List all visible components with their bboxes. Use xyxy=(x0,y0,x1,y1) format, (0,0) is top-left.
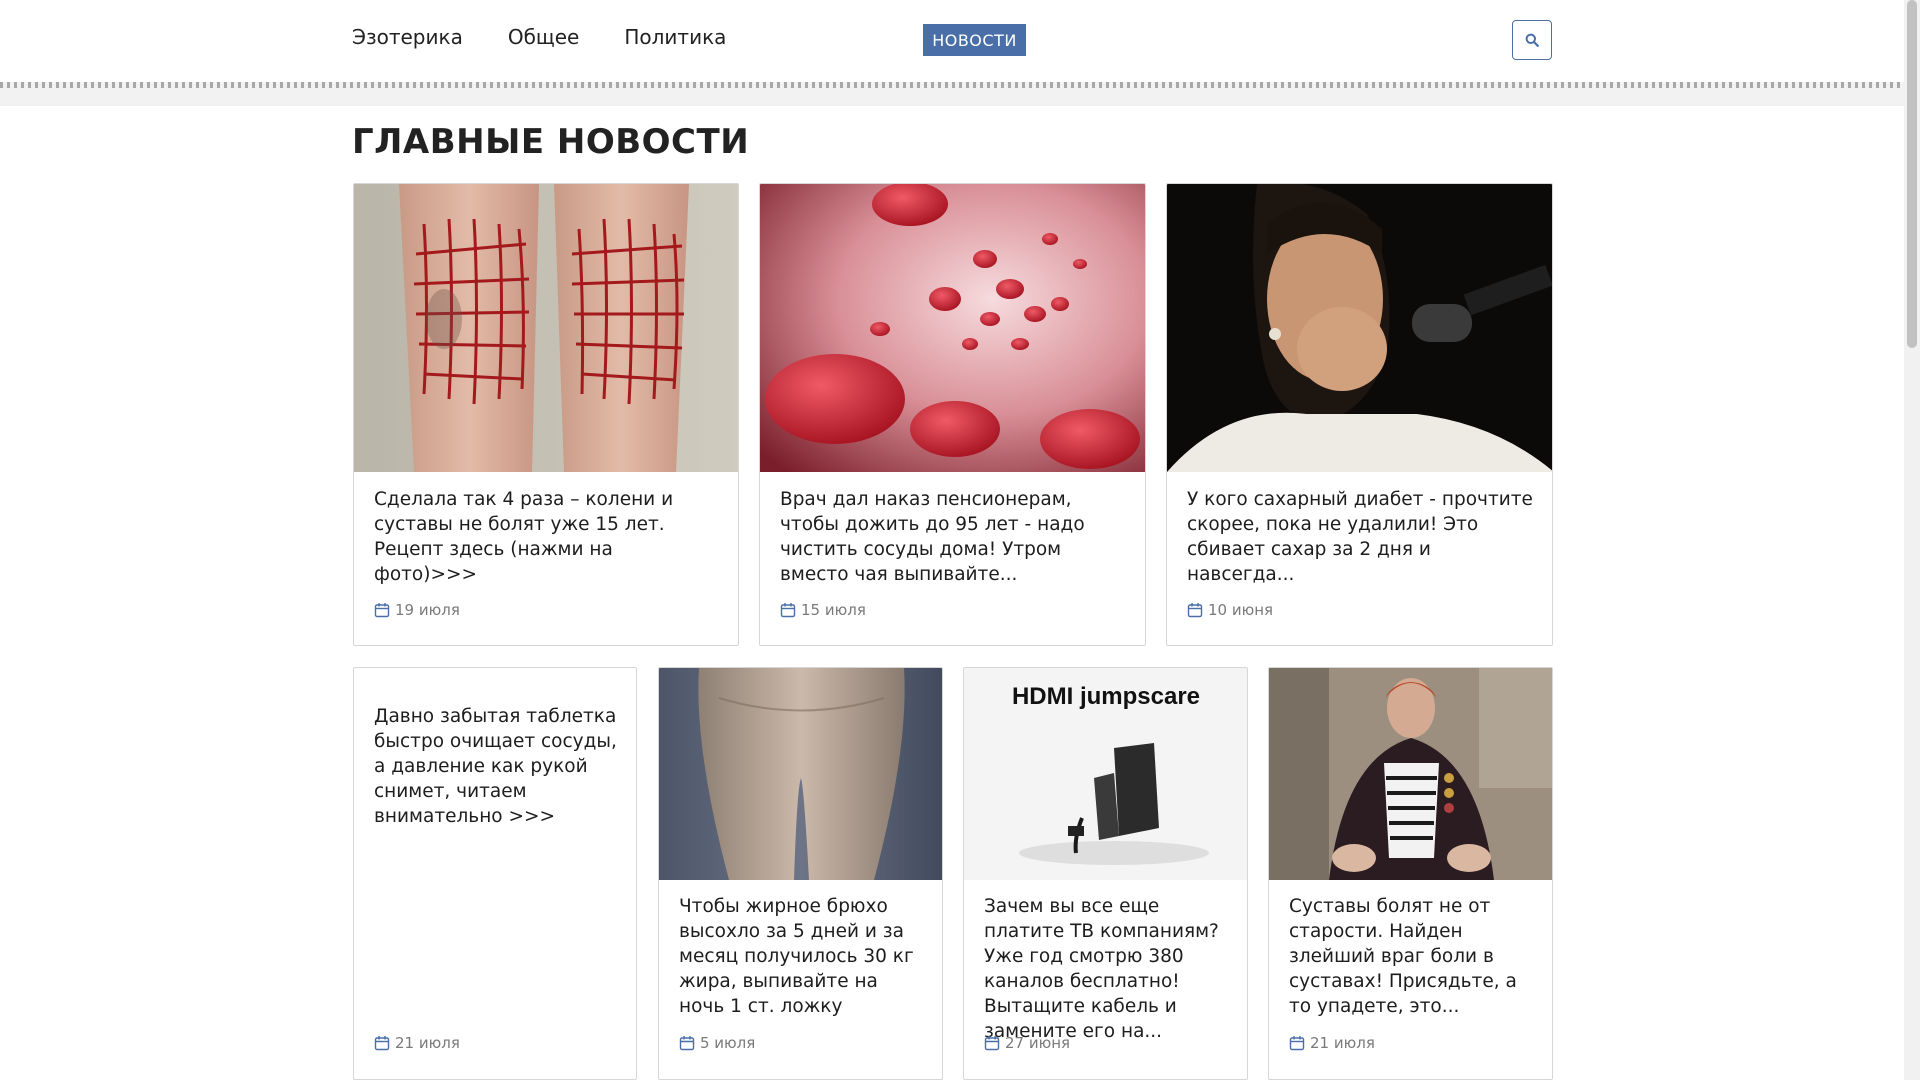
card-date: 21 июля xyxy=(374,1034,460,1052)
card-image-body[interactable] xyxy=(659,668,942,880)
news-card[interactable]: Сделала так 4 раза – колени и суставы не… xyxy=(353,183,739,646)
card-title[interactable]: Сделала так 4 раза – колени и суставы не… xyxy=(374,487,720,587)
card-date-text: 5 июля xyxy=(700,1034,756,1052)
card-date-text: 15 июля xyxy=(801,601,866,619)
news-card[interactable]: HDMI jumpscare Зачем вы все еще платите … xyxy=(963,667,1248,1080)
card-image-elderly-woman[interactable] xyxy=(1269,668,1552,880)
news-button[interactable]: НОВОСТИ xyxy=(923,24,1026,56)
card-date-text: 10 июня xyxy=(1208,601,1274,619)
calendar-icon xyxy=(374,1036,390,1051)
header-divider xyxy=(0,82,1904,106)
card-title[interactable]: Давно забытая таблетка быстро очищает со… xyxy=(374,704,618,829)
card-date-text: 27 июня xyxy=(1005,1034,1071,1052)
card-image-hdmi-box[interactable]: HDMI jumpscare xyxy=(964,668,1247,880)
card-title[interactable]: Чтобы жирное брюхо высохло за 5 дней и з… xyxy=(679,894,924,1019)
nav-item-esoterics[interactable]: Эзотерика xyxy=(352,25,463,49)
card-title[interactable]: Суставы болят не от старости. Найден зле… xyxy=(1289,894,1534,1019)
card-date-text: 19 июля xyxy=(395,601,460,619)
card-date: 21 июля xyxy=(1289,1034,1375,1052)
page-scrollbar[interactable] xyxy=(1904,0,1920,1080)
card-image-blood-cells[interactable] xyxy=(760,184,1145,472)
card-title[interactable]: У кого сахарный диабет - прочтите скорее… xyxy=(1187,487,1534,587)
card-date: 27 июня xyxy=(984,1034,1070,1052)
news-card[interactable]: Врач дал наказ пенсионерам, чтобы дожить… xyxy=(759,183,1146,646)
news-card[interactable]: Чтобы жирное брюхо высохло за 5 дней и з… xyxy=(658,667,943,1080)
calendar-icon xyxy=(1187,603,1203,618)
nav-item-politics[interactable]: Политика xyxy=(624,25,726,49)
news-card[interactable]: Суставы болят не от старости. Найден зле… xyxy=(1268,667,1553,1080)
nav-item-general[interactable]: Общее xyxy=(508,25,580,49)
calendar-icon xyxy=(679,1036,695,1051)
calendar-icon xyxy=(780,603,796,618)
calendar-icon xyxy=(374,603,390,618)
card-date: 5 июля xyxy=(679,1034,755,1052)
news-card[interactable]: У кого сахарный диабет - прочтите скорее… xyxy=(1166,183,1553,646)
card-title[interactable]: Врач дал наказ пенсионерам, чтобы дожить… xyxy=(780,487,1127,587)
site-header: Эзотерика Общее Политика НОВОСТИ xyxy=(0,0,1904,106)
card-date-text: 21 июля xyxy=(1310,1034,1375,1052)
calendar-icon xyxy=(1289,1036,1305,1051)
card-image-knees[interactable] xyxy=(354,184,738,472)
card-date: 15 июля xyxy=(780,601,866,619)
hdmi-image-caption: HDMI jumpscare xyxy=(1012,683,1200,710)
card-title[interactable]: Зачем вы все еще платите ТВ компаниям? У… xyxy=(984,894,1229,1044)
card-date: 10 июня xyxy=(1187,601,1273,619)
calendar-icon xyxy=(984,1036,1000,1051)
news-card[interactable]: Давно забытая таблетка быстро очищает со… xyxy=(353,667,637,1080)
scrollbar-thumb[interactable] xyxy=(1907,0,1917,348)
card-date: 19 июля xyxy=(374,601,460,619)
search-icon xyxy=(1525,33,1539,47)
search-button[interactable] xyxy=(1512,20,1552,60)
card-date-text: 21 июля xyxy=(395,1034,460,1052)
main-nav: Эзотерика Общее Политика xyxy=(352,25,726,49)
card-image-woman-singer[interactable] xyxy=(1167,184,1552,472)
page-title: ГЛАВНЫЕ НОВОСТИ xyxy=(352,122,750,162)
